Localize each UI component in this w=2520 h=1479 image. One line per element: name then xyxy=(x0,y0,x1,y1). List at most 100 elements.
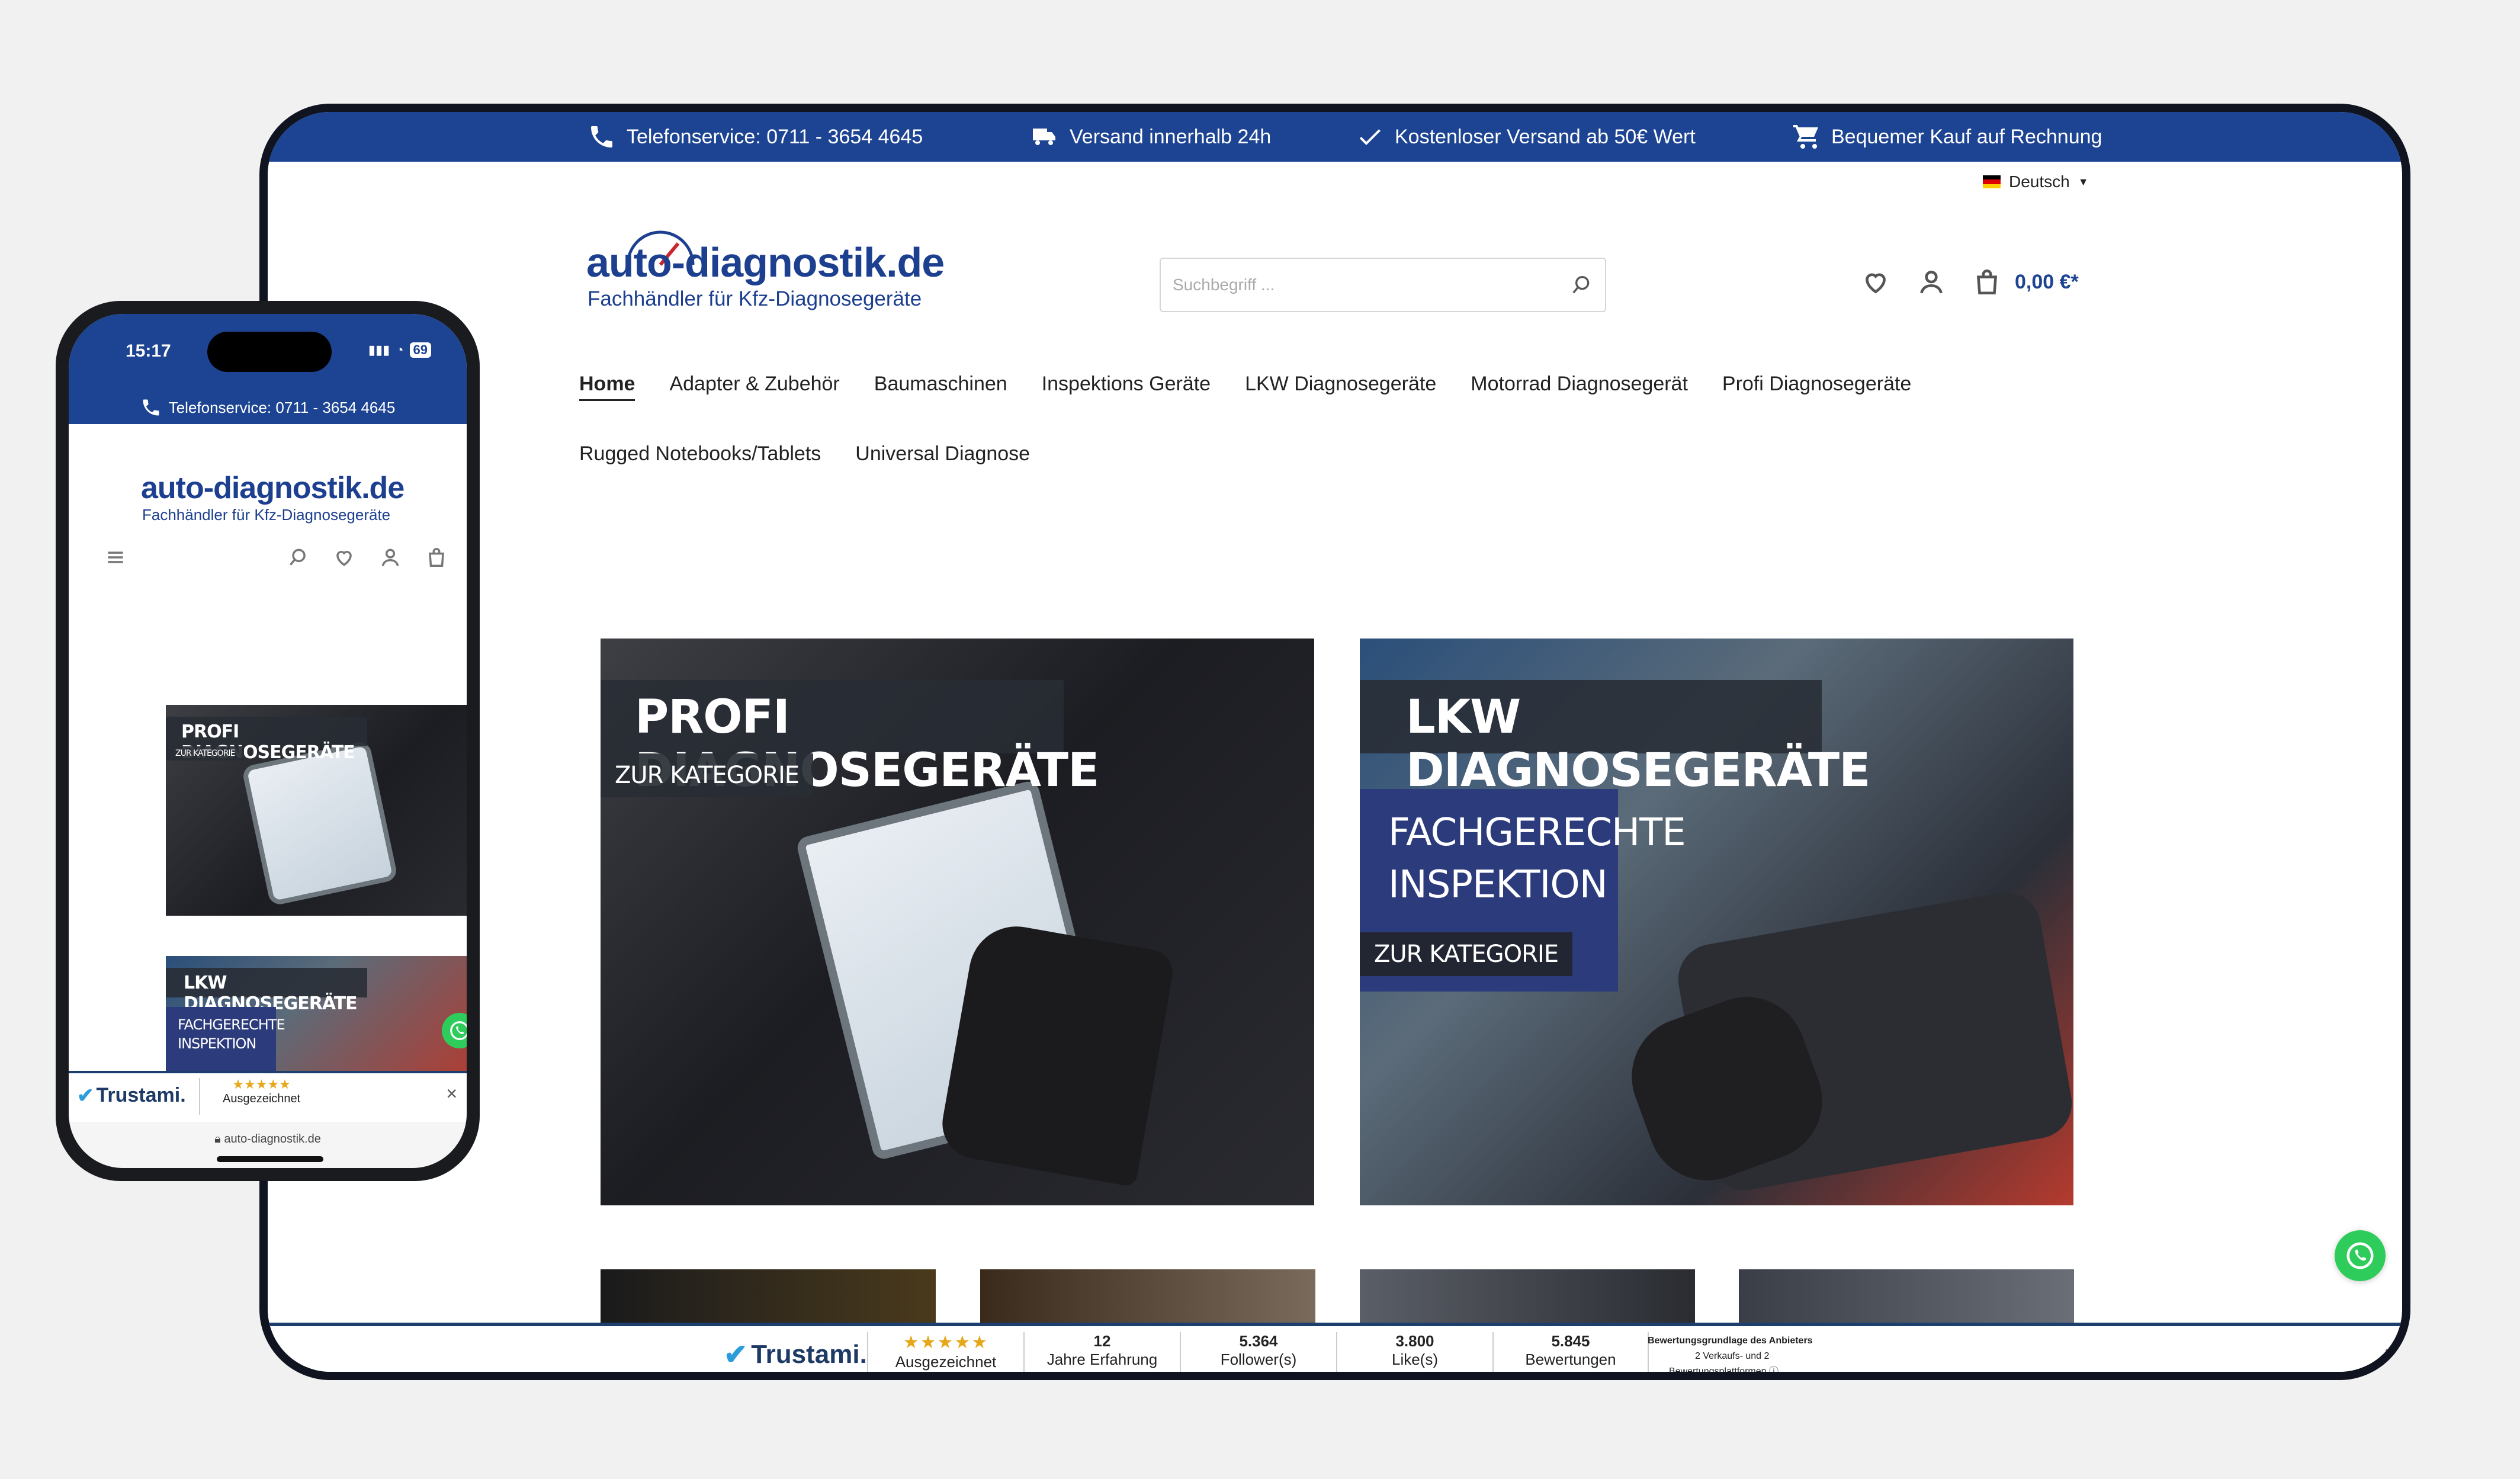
search-icon[interactable] xyxy=(287,546,309,569)
whatsapp-button[interactable] xyxy=(2335,1230,2386,1281)
category-button-lkw[interactable]: ZUR KATEGORIE xyxy=(1360,932,1573,976)
category-card-lkw[interactable]: LKW DIAGNOSEGERÄTE FACHGERECHTE INSPEKTI… xyxy=(1360,639,2073,1205)
whatsapp-icon xyxy=(2346,1242,2374,1269)
phone-url: auto-diagnostik.de xyxy=(224,1132,321,1146)
phone-service-text: Telefonservice: 0711 - 3654 4645 xyxy=(168,398,396,416)
phone-status-bar: 15:17 ▮▮▮ ◔ 69 xyxy=(69,314,467,391)
check-icon xyxy=(1359,129,1381,145)
header-actions: 0,00 €* xyxy=(1861,267,2079,297)
truck-icon xyxy=(1033,129,1055,145)
nav-item-inspektion[interactable]: Inspektions Geräte xyxy=(1042,373,1211,401)
phone-category-card-lkw[interactable]: LKW DIAGNOSEGERÄTE FACHGERECHTE INSPEKTI… xyxy=(166,956,467,1086)
hamburger-menu-icon[interactable] xyxy=(104,546,127,569)
nav-item-motorrad[interactable]: Motorrad Diagnosegerät xyxy=(1471,373,1688,401)
lock-icon: 🔒︎ xyxy=(214,1132,221,1146)
nav-row-2: Rugged Notebooks/Tablets Universal Diagn… xyxy=(579,442,2001,466)
phone-rating-stars: ★★★★★ xyxy=(232,1077,291,1092)
phone-card-title-profi: PROFI DIAGNOSEGERÄTE xyxy=(166,717,367,763)
search-icon[interactable] xyxy=(1569,273,1593,297)
german-flag-icon xyxy=(1983,175,2001,188)
free-shipping-text: Kostenloser Versand ab 50€ Wert xyxy=(1395,125,1696,148)
phone-category-card-profi[interactable]: PROFI DIAGNOSEGERÄTE ZUR KATEGORIE xyxy=(166,705,467,916)
cart-total[interactable]: 0,00 €* xyxy=(2015,271,2079,294)
trust-rating: ★★★★★ Ausgezeichnet xyxy=(867,1332,1023,1372)
nav-item-adapter[interactable]: Adapter & Zubehör xyxy=(669,373,839,401)
user-icon[interactable] xyxy=(379,546,402,569)
category-thumb-4[interactable] xyxy=(1739,1269,2074,1329)
info-icon[interactable]: ⓘ xyxy=(1769,1366,1779,1372)
trust-followers: 5.364 Follower(s) xyxy=(1180,1332,1336,1372)
category-title-profi: PROFI DIAGNOSEGERÄTE xyxy=(601,680,1099,797)
likes-label: Like(s) xyxy=(1391,1350,1438,1368)
trust-years: 12 Jahre Erfahrung xyxy=(1023,1332,1180,1372)
dynamic-island xyxy=(207,332,332,372)
phone-logo-text[interactable]: auto-diagnostik.de xyxy=(141,470,405,506)
caret-down-icon: ▼ xyxy=(2078,175,2089,188)
nav-item-universal[interactable]: Universal Diagnose xyxy=(855,442,1030,466)
nav-item-rugged[interactable]: Rugged Notebooks/Tablets xyxy=(579,442,821,466)
nav-item-profi[interactable]: Profi Diagnosegeräte xyxy=(1722,373,1911,401)
service-bar: Telefonservice: 0711 - 3654 4645 Versand… xyxy=(268,112,2402,162)
phone-rating-label: Ausgezeichnet xyxy=(223,1092,301,1105)
trustami-check-icon: ✔ xyxy=(77,1085,94,1107)
followers-label: Follower(s) xyxy=(1220,1350,1297,1368)
phone-frame: 15:17 ▮▮▮ ◔ 69 Telefonservice: 0711 - 36… xyxy=(56,301,480,1181)
likes-value: 3.800 xyxy=(1395,1332,1434,1350)
basis-line-2: 2 Verkaufs- und 2 xyxy=(1695,1351,1770,1361)
phone-time: 15:17 xyxy=(126,341,171,361)
heart-icon[interactable] xyxy=(1861,267,1890,297)
user-icon[interactable] xyxy=(1917,267,1946,297)
trustami-brand: Trustami. xyxy=(751,1340,867,1369)
reviews-value: 5.845 xyxy=(1551,1332,1590,1350)
phone-trustami-bar: ✔ Trustami. ★★★★★ Ausgezeichnet × xyxy=(69,1071,467,1122)
phone-logo-tagline: Fachhändler für Kfz-Diagnosegeräte xyxy=(142,506,391,524)
phone-card-button-profi[interactable]: ZUR KATEGORIE xyxy=(166,746,245,761)
nav-item-lkw[interactable]: LKW Diagnosegeräte xyxy=(1245,373,1436,401)
free-shipping-info: Kostenloser Versand ab 50€ Wert xyxy=(1356,112,1696,162)
category-thumb-2[interactable] xyxy=(980,1269,1315,1329)
search-input[interactable] xyxy=(1173,275,1569,294)
category-title-lkw: LKW DIAGNOSEGERÄTE xyxy=(1360,680,1870,797)
rating-label: Ausgezeichnet xyxy=(895,1353,997,1371)
heart-icon[interactable] xyxy=(333,546,355,569)
phone-card-title-lkw: LKW DIAGNOSEGERÄTE xyxy=(166,968,367,1014)
category-thumb-3[interactable] xyxy=(1360,1269,1695,1329)
search-box[interactable] xyxy=(1160,258,1606,312)
cart-icon xyxy=(1793,125,1818,149)
phone-trustami-logo[interactable]: ✔ Trustami. xyxy=(77,1084,186,1108)
nav-item-home[interactable]: Home xyxy=(579,373,635,401)
shipping-info: Versand innerhalb 24h xyxy=(1031,112,1271,162)
logo-text: auto-diagnostik.de xyxy=(586,239,945,285)
site-logo[interactable]: auto-diagnostik.de Fachhändler für Kfz-D… xyxy=(586,230,945,319)
close-icon[interactable]: × xyxy=(446,1083,457,1105)
phone-trust-rating: ★★★★★ Ausgezeichnet xyxy=(223,1077,300,1106)
tag-line-1: FACHGERECHTE xyxy=(178,1016,285,1033)
close-icon[interactable]: × xyxy=(2384,1342,2396,1366)
phone-header-icons xyxy=(104,546,448,569)
phone-service[interactable]: Telefonservice: 0711 - 3654 4645 xyxy=(588,112,923,162)
phone-service-bar[interactable]: Telefonservice: 0711 - 3654 4645 xyxy=(69,391,467,424)
rating-stars: ★★★★★ xyxy=(903,1333,989,1352)
tablet-device-image xyxy=(241,740,399,907)
divider xyxy=(199,1078,200,1115)
shopping-bag-icon[interactable] xyxy=(425,546,448,569)
trustami-bar: ✔ Trustami. ★★★★★ Ausgezeichnet 12 Jahre… xyxy=(268,1323,2402,1372)
wifi-icon: ◔ xyxy=(396,342,404,357)
language-selector[interactable]: Deutsch ▼ xyxy=(1983,172,2089,191)
years-label: Jahre Erfahrung xyxy=(1046,1350,1158,1368)
tag-line-1: FACHGERECHTE xyxy=(1388,811,1686,855)
nav-item-baumaschinen[interactable]: Baumaschinen xyxy=(874,373,1007,401)
signal-icon: ▮▮▮ xyxy=(368,342,390,357)
trust-reviews: 5.845 Bewertungen xyxy=(1492,1332,1649,1372)
shopping-bag-icon[interactable] xyxy=(1972,267,2002,297)
category-card-profi[interactable]: PROFI DIAGNOSEGERÄTE ZUR KATEGORIE xyxy=(601,639,1314,1205)
whatsapp-icon xyxy=(450,1021,467,1040)
trust-likes: 3.800 Like(s) xyxy=(1336,1332,1492,1372)
category-thumb-1[interactable] xyxy=(601,1269,936,1329)
nav-row-1: Home Adapter & Zubehör Baumaschinen Insp… xyxy=(579,373,2001,401)
phone-icon xyxy=(143,399,159,416)
trustami-check-icon: ✔ xyxy=(724,1339,748,1371)
tag-line-2: INSPEKTION xyxy=(1388,863,1608,907)
trustami-logo[interactable]: ✔ Trustami. xyxy=(724,1338,867,1371)
category-button-profi[interactable]: ZUR KATEGORIE xyxy=(601,753,814,797)
